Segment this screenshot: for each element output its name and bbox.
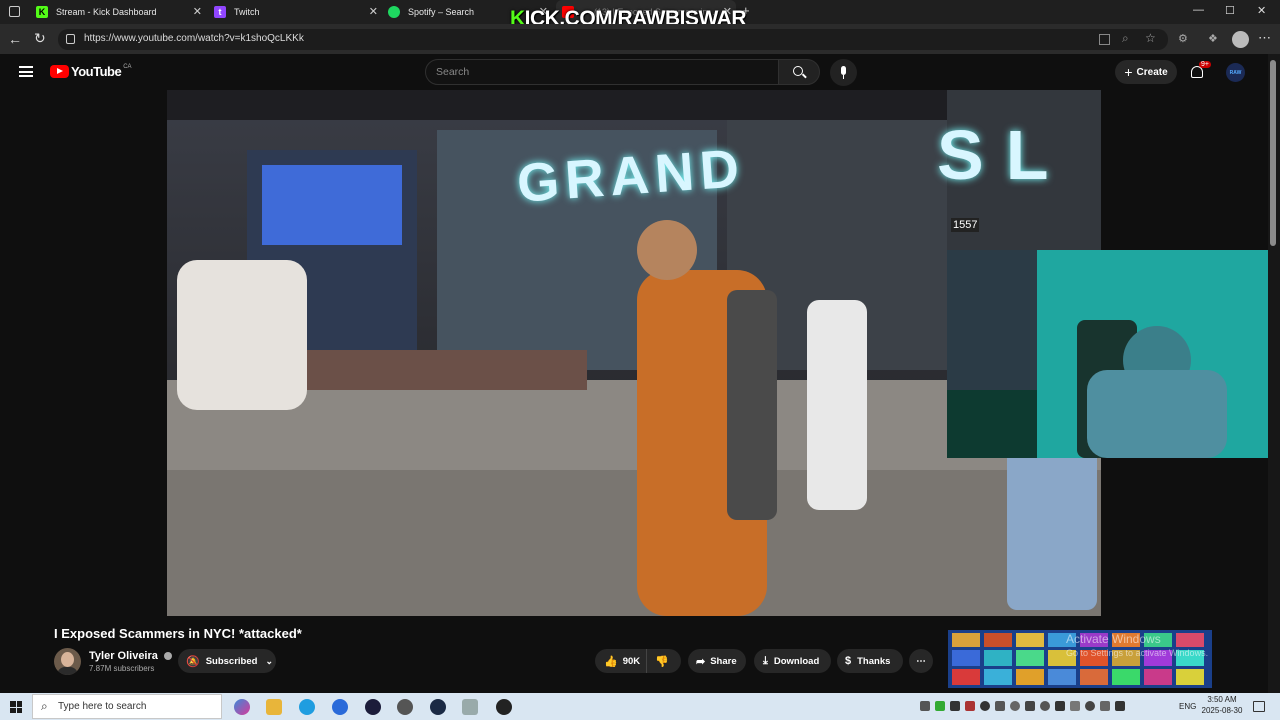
voice-search-button[interactable] (830, 59, 857, 86)
thanks-label: Thanks (857, 655, 891, 667)
language-indicator[interactable]: ENG (1179, 702, 1196, 711)
maximize-icon[interactable]: ☐ (1225, 4, 1235, 17)
microphone-icon (841, 66, 846, 75)
hamburger-menu-icon[interactable] (19, 66, 33, 77)
close-tab-icon[interactable]: ✕ (369, 5, 378, 18)
search-input[interactable]: Search (425, 59, 779, 85)
create-button[interactable]: + Create (1115, 60, 1177, 84)
subscribed-button[interactable]: 🔕 Subscribed ⌄ (178, 649, 276, 673)
obs-icon[interactable] (496, 699, 512, 715)
tab-kick-dashboard[interactable]: K Stream - Kick Dashboard ✕ (30, 0, 206, 24)
copilot-icon[interactable] (234, 699, 250, 715)
tab-title: Stream - Kick Dashboard (56, 7, 157, 17)
account-avatar[interactable]: RAW (1226, 63, 1245, 82)
share-label: Share (710, 655, 737, 667)
subscriber-count: 7.87M subscribers (89, 664, 155, 673)
chevron-down-icon: ⌄ (265, 655, 273, 666)
youtube-play-icon (50, 65, 69, 78)
channel-name[interactable]: Tyler Oliveira (89, 650, 172, 662)
spotify-icon (388, 6, 400, 18)
video-title: I Exposed Scammers in NYC! *attacked* (54, 626, 302, 641)
lock-icon (66, 34, 75, 44)
create-label: Create (1136, 66, 1168, 78)
scrollbar-thumb[interactable] (1270, 60, 1276, 246)
store-number: 1557 (951, 218, 980, 232)
app-dark-icon[interactable] (365, 699, 381, 715)
notifications-button[interactable]: 9+ (1189, 61, 1211, 82)
refresh-icon[interactable]: ↻ (34, 30, 46, 47)
edge-browser-icon[interactable] (299, 699, 315, 715)
tab-title: Spotify – Search (408, 7, 475, 17)
profile-avatar[interactable] (1232, 31, 1249, 48)
split-screen-icon[interactable] (1099, 34, 1110, 45)
subscribed-label: Subscribed (205, 655, 258, 667)
thanks-icon: $ (845, 655, 852, 667)
collections-icon[interactable]: ❖ (1208, 32, 1218, 45)
notification-badge: 9+ (1199, 61, 1211, 68)
activate-title: Activate Windows (1066, 632, 1161, 646)
clock-date: 2025-08-30 (1201, 706, 1243, 715)
verified-icon (163, 652, 172, 661)
system-tray-icons[interactable] (920, 701, 1170, 713)
tab-title: Twitch (234, 7, 260, 17)
plus-icon: + (1124, 64, 1133, 80)
settings-gear-icon[interactable] (397, 699, 413, 715)
clock-time: 3:50 AM (1207, 695, 1237, 704)
zoom-icon[interactable]: ⌕ (1122, 31, 1129, 46)
thanks-button[interactable]: $ Thanks (837, 649, 903, 673)
more-horizontal-icon: ⋯ (916, 655, 926, 667)
clock[interactable]: 3:50 AM 2025-08-30 (1199, 695, 1245, 715)
app-blue-icon[interactable] (332, 699, 348, 715)
download-icon: ⤓ (763, 654, 768, 667)
back-icon[interactable]: ← (8, 31, 22, 47)
close-window-icon[interactable]: ✕ (1257, 4, 1266, 17)
close-tab-icon[interactable]: ✕ (193, 5, 202, 18)
youtube-logo[interactable]: YouTube CA (50, 64, 132, 79)
more-actions-button[interactable]: ⋯ (909, 649, 933, 673)
window-menu-icon[interactable] (9, 6, 20, 17)
search-button[interactable] (778, 59, 820, 85)
webcam-overlay (947, 250, 1280, 458)
search-icon: ⌕ (41, 699, 48, 713)
steam-icon[interactable] (430, 699, 446, 715)
thumbs-down-icon: 👎 (655, 655, 669, 668)
url-text[interactable]: https://www.youtube.com/watch?v=k1shoQcL… (84, 33, 304, 44)
like-button[interactable]: 👍 90K (595, 649, 647, 673)
minimize-icon[interactable]: — (1193, 4, 1204, 16)
file-explorer-icon[interactable] (266, 699, 282, 715)
taskbar-search-placeholder: Type here to search (58, 701, 147, 712)
app-gray-icon[interactable] (462, 699, 478, 715)
download-label: Download (773, 655, 820, 667)
download-button[interactable]: ⤓ Download (754, 649, 831, 673)
taskbar-search-input[interactable]: ⌕ Type here to search (32, 694, 222, 719)
notification-center-icon[interactable] (1253, 701, 1265, 712)
activate-subtitle: Go to Settings to activate Windows. (1066, 648, 1209, 658)
share-icon: ➦ (696, 655, 706, 668)
twitch-icon: t (214, 6, 226, 18)
channel-name-text: Tyler Oliveira (89, 650, 158, 662)
thumbs-up-icon: 👍 (604, 655, 618, 668)
store-sign-sl: SL (937, 116, 1071, 194)
bell-off-icon: 🔕 (186, 655, 200, 668)
youtube-logo-text: YouTube (71, 64, 122, 79)
webcam-frame (947, 250, 1280, 458)
search-placeholder: Search (436, 66, 470, 78)
more-menu-icon[interactable]: ⋯ (1258, 30, 1271, 46)
like-dislike-group: 👍 90K 👎 (595, 649, 681, 673)
extensions-icon[interactable]: ⚙ (1178, 32, 1188, 45)
like-count: 90K (622, 655, 641, 667)
windows-start-icon[interactable] (10, 701, 22, 713)
dislike-button[interactable]: 👎 (647, 655, 669, 668)
favorite-star-icon[interactable]: ☆ (1145, 31, 1156, 45)
share-button[interactable]: ➦ Share (688, 649, 746, 673)
kick-icon: K (36, 6, 48, 18)
country-code: CA (123, 63, 132, 70)
tab-twitch[interactable]: t Twitch ✕ (208, 0, 382, 24)
channel-avatar[interactable] (54, 648, 81, 675)
browser-tab-strip: K Stream - Kick Dashboard ✕ t Twitch ✕ S… (0, 0, 1280, 30)
activate-windows-watermark: Activate Windows Go to Settings to activ… (1066, 632, 1208, 658)
